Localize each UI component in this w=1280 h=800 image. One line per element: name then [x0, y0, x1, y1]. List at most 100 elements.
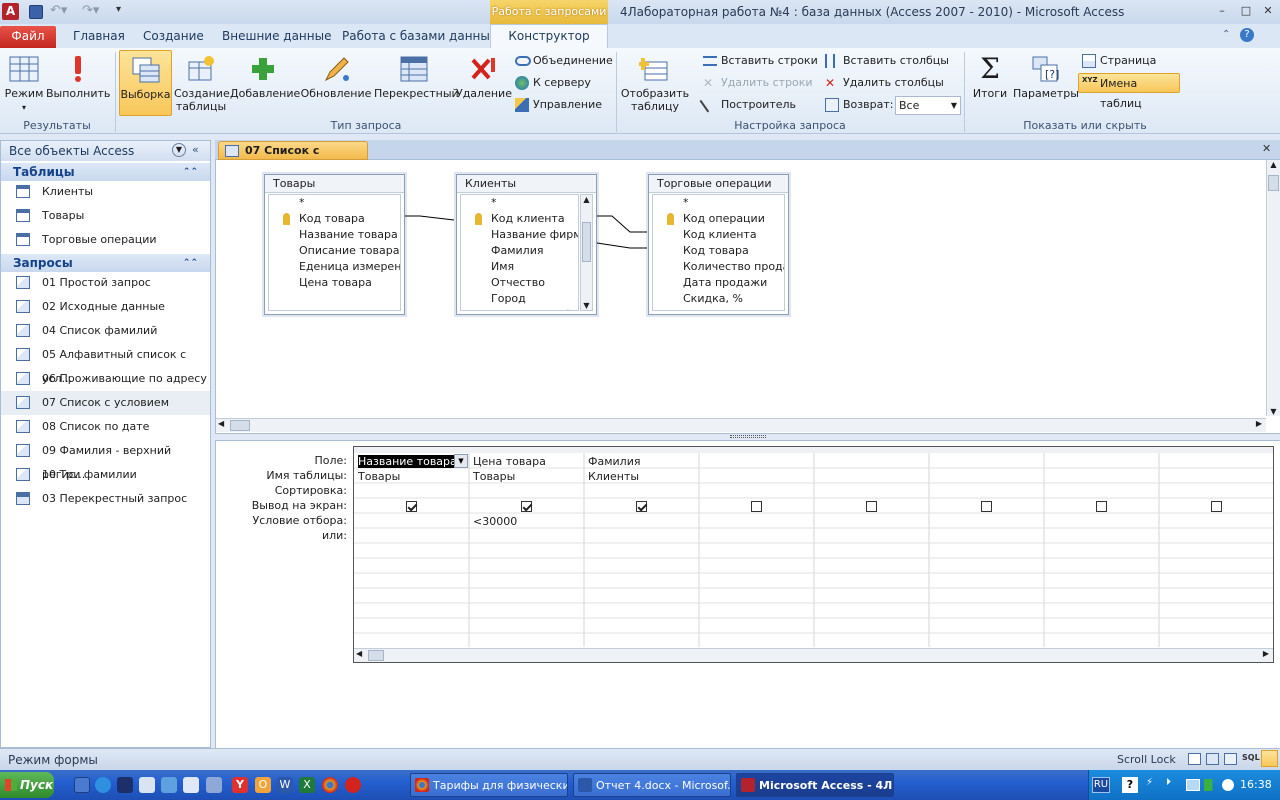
scroll-thumb[interactable] — [1268, 175, 1279, 191]
grid-criteria-cell[interactable] — [585, 514, 698, 529]
clock[interactable]: 16:38 — [1240, 778, 1272, 791]
grid-sort-cell[interactable] — [700, 484, 813, 499]
quicklaunch-word-icon[interactable]: W — [277, 777, 293, 793]
grid-criteria-cell[interactable]: <30000 — [470, 514, 583, 529]
nav-item-query[interactable]: 10 Три фамилии — [1, 463, 210, 487]
quicklaunch-excel-icon[interactable]: X — [299, 777, 315, 793]
quicklaunch-notepad-icon[interactable] — [139, 777, 155, 793]
grid-or-cell[interactable] — [930, 529, 1043, 544]
datasheet-view-icon[interactable] — [1188, 753, 1201, 765]
grid-table-cell[interactable]: Товары — [355, 469, 468, 484]
show-checkbox[interactable] — [981, 501, 992, 512]
scroll-right-icon[interactable]: ▶ — [1263, 649, 1269, 658]
grid-or-cell[interactable] — [815, 529, 928, 544]
taskbar-task[interactable]: Microsoft Access - 4Л... — [736, 773, 894, 797]
column-selector-strip[interactable] — [354, 447, 1273, 453]
scroll-left-icon[interactable]: ◀ — [218, 419, 224, 428]
grid-criteria-cell[interactable] — [355, 514, 468, 529]
scroll-thumb[interactable] — [368, 650, 384, 661]
grid-criteria-cell[interactable] — [1160, 514, 1273, 529]
grid-field-cell[interactable]: Фамилия — [585, 454, 698, 469]
sql-view-button[interactable]: SQL — [1242, 753, 1260, 762]
scroll-up-icon[interactable]: ▲ — [1267, 160, 1280, 169]
grid-field-cell[interactable] — [930, 454, 1043, 469]
grid-sort-cell[interactable] — [1160, 484, 1273, 499]
tray-icon-3[interactable] — [1222, 779, 1234, 791]
grid-sort-cell[interactable] — [815, 484, 928, 499]
tray-icon-1[interactable]: ⚡ — [1146, 777, 1158, 793]
chevron-down-icon[interactable]: ▼ — [454, 454, 468, 468]
grid-or-cell[interactable] — [1160, 529, 1273, 544]
quicklaunch-chrome-icon[interactable] — [322, 777, 338, 793]
pivottable-view-icon[interactable] — [1206, 753, 1219, 765]
grid-or-cell[interactable] — [700, 529, 813, 544]
quicklaunch-ie-icon[interactable] — [95, 777, 111, 793]
tray-signal-icon[interactable] — [1204, 779, 1218, 791]
taskbar-task[interactable]: Тарифы для физически... — [410, 773, 568, 797]
grid-table-cell[interactable]: Товары — [470, 469, 583, 484]
grid-field-cell[interactable]: Цена товара — [470, 454, 583, 469]
grid-or-cell[interactable] — [1045, 529, 1158, 544]
quicklaunch-opera-icon[interactable] — [345, 777, 361, 793]
quicklaunch-save-icon[interactable] — [117, 777, 133, 793]
grid-criteria-cell[interactable] — [930, 514, 1043, 529]
grid-table-cell[interactable] — [700, 469, 813, 484]
grid-field-cell[interactable] — [700, 454, 813, 469]
grid-field-cell[interactable] — [815, 454, 928, 469]
grid-table-cell[interactable] — [1160, 469, 1273, 484]
upper-vertical-scrollbar[interactable]: ▲ ▼ — [1266, 160, 1280, 416]
grid-or-cell[interactable] — [355, 529, 468, 544]
quicklaunch-app2-icon[interactable] — [183, 777, 199, 793]
grid-field-cell[interactable]: Название товара ▼ — [355, 454, 468, 469]
taskbar-task[interactable]: Отчет 4.docx - Microsof... — [573, 773, 731, 797]
grid-table-cell[interactable] — [1045, 469, 1158, 484]
grid-field-cell[interactable] — [1045, 454, 1158, 469]
scroll-right-icon[interactable]: ▶ — [1256, 419, 1262, 428]
grid-criteria-cell[interactable] — [1045, 514, 1158, 529]
start-button[interactable]: Пуск — [0, 772, 54, 798]
splitter-grip — [730, 435, 766, 438]
quicklaunch-app-icon[interactable] — [161, 777, 177, 793]
help-tray-icon[interactable]: ? — [1122, 777, 1138, 793]
show-checkbox[interactable] — [866, 501, 877, 512]
design-grid[interactable]: Название товара ▼ Товары Цена товара Товары <… — [353, 446, 1274, 663]
grid-sort-cell[interactable] — [470, 484, 583, 499]
grid-field-value: Фамилия — [588, 455, 641, 468]
tray-icon-2[interactable]: ⏵ — [1166, 777, 1182, 793]
show-checkbox[interactable] — [521, 501, 532, 512]
quicklaunch-outlook-icon[interactable]: O — [255, 777, 271, 793]
grid-table-cell[interactable] — [815, 469, 928, 484]
grid-sort-cell[interactable] — [930, 484, 1043, 499]
quicklaunch-desktop-icon[interactable] — [74, 777, 90, 793]
pane-splitter[interactable] — [215, 433, 1280, 441]
quicklaunch-yandex-icon[interactable]: Y — [232, 777, 248, 793]
grid-sort-cell[interactable] — [355, 484, 468, 499]
quicklaunch-app3-icon[interactable] — [206, 777, 222, 793]
scroll-thumb[interactable] — [230, 420, 250, 431]
grid-or-cell[interactable] — [470, 529, 583, 544]
tray-network-icon[interactable] — [1186, 779, 1200, 791]
show-checkbox[interactable] — [406, 501, 417, 512]
show-checkbox[interactable] — [751, 501, 762, 512]
grid-field-cell[interactable] — [1160, 454, 1273, 469]
join-line-tovary-operacii — [405, 215, 455, 221]
show-checkbox[interactable] — [636, 501, 647, 512]
grid-sort-cell[interactable] — [585, 484, 698, 499]
nav-item-query[interactable]: 03 Перекрестный запрос — [1, 487, 210, 511]
grid-table-cell[interactable] — [930, 469, 1043, 484]
grid-horizontal-scrollbar[interactable]: ◀ ▶ — [354, 648, 1273, 662]
design-view-icon[interactable] — [1261, 750, 1278, 767]
grid-criteria-cell[interactable] — [700, 514, 813, 529]
grid-or-cell[interactable] — [585, 529, 698, 544]
pivotchart-view-icon[interactable] — [1224, 753, 1237, 765]
show-checkbox[interactable] — [1211, 501, 1222, 512]
scroll-down-icon[interactable]: ▼ — [1267, 407, 1280, 416]
scroll-left-icon[interactable]: ◀ — [356, 649, 362, 658]
show-checkbox[interactable] — [1096, 501, 1107, 512]
grid-sort-cell[interactable] — [1045, 484, 1158, 499]
nav-item-query[interactable]: 09 Фамилия - верхний регис... — [1, 439, 210, 481]
upper-horizontal-scrollbar[interactable]: ◀ ▶ — [216, 418, 1266, 432]
grid-table-cell[interactable]: Клиенты — [585, 469, 698, 484]
language-indicator[interactable]: RU — [1092, 777, 1110, 793]
grid-criteria-cell[interactable] — [815, 514, 928, 529]
